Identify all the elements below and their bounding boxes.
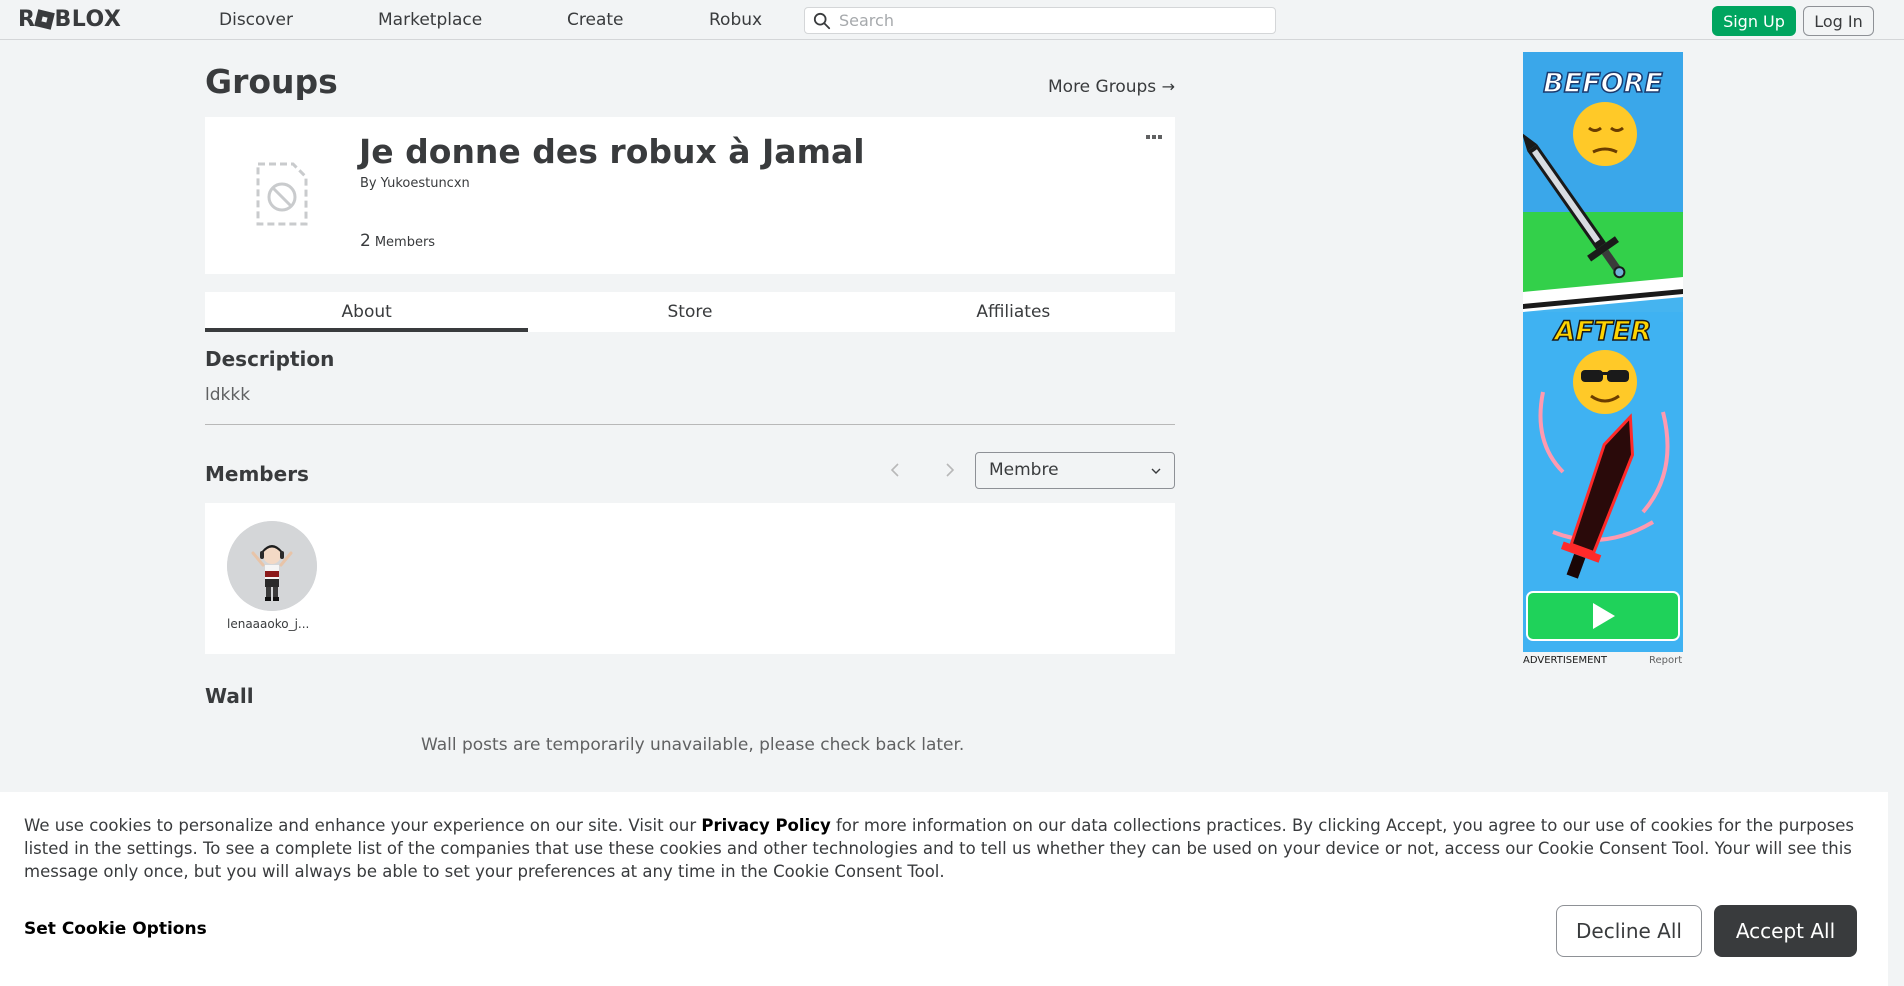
ad-report-link[interactable]: Report — [1649, 655, 1682, 666]
top-navigation-bar: R BLOX Discover Marketplace Create Robux … — [0, 0, 1904, 40]
blocked-image-icon — [256, 162, 308, 226]
page-title: Groups — [205, 62, 338, 101]
ad-after-text: AFTER — [1553, 316, 1652, 347]
logo-text-end: BLOX — [54, 7, 122, 32]
description-heading: Description — [205, 347, 335, 371]
page-scrollbar[interactable] — [1888, 40, 1904, 792]
roblox-logo[interactable]: R BLOX — [18, 7, 121, 33]
cookie-message: We use cookies to personalize and enhanc… — [24, 814, 1864, 883]
log-in-button[interactable]: Log In — [1803, 6, 1874, 36]
tab-about[interactable]: About — [205, 292, 529, 332]
chevron-left-icon[interactable] — [886, 460, 906, 480]
more-groups-label: More Groups — [1048, 77, 1157, 97]
member-count-label: Members — [374, 235, 436, 250]
search-icon — [813, 12, 831, 30]
role-select[interactable]: Membre — [975, 452, 1175, 489]
members-heading: Members — [205, 462, 309, 486]
wall-heading: Wall — [205, 684, 254, 708]
member-username[interactable]: lenaaaoko_j... — [227, 617, 319, 631]
privacy-policy-link[interactable]: Privacy Policy — [701, 816, 830, 835]
set-cookie-options-link[interactable]: Set Cookie Options — [24, 919, 207, 939]
chevron-down-icon — [1151, 468, 1161, 474]
role-select-value: Membre — [989, 460, 1059, 480]
nav-robux[interactable]: Robux — [709, 10, 762, 30]
member-count-value: 2 — [360, 231, 371, 251]
arrow-right-icon: → — [1161, 77, 1175, 96]
owner-link[interactable]: Yukoestuncxn — [381, 176, 470, 191]
nav-create[interactable]: Create — [567, 10, 624, 30]
tab-store[interactable]: Store — [528, 292, 851, 332]
search-box[interactable] — [804, 7, 1276, 34]
owner-prefix: By — [360, 176, 377, 191]
group-tabs: About Store Affiliates — [205, 292, 1175, 332]
description-text: ldkkk — [205, 385, 251, 405]
section-divider — [205, 424, 1175, 425]
group-header-card: Je donne des robux à Jamal By Yukoestuncx… — [205, 117, 1175, 274]
member-count: 2 Members — [360, 231, 435, 251]
ad-before-text: BEFORE — [1543, 68, 1663, 99]
logo-o-block-icon — [34, 9, 56, 30]
group-name: Je donne des robux à Jamal — [359, 132, 865, 171]
search-input[interactable] — [839, 9, 1269, 32]
more-groups-link[interactable]: More Groups → — [1048, 77, 1175, 97]
cookie-text-start: We use cookies to personalize and enhanc… — [24, 816, 702, 835]
sign-up-button[interactable]: Sign Up — [1712, 6, 1796, 36]
members-panel: lenaaaoko_j... — [205, 503, 1175, 654]
more-dots-icon[interactable] — [1145, 133, 1163, 141]
logo-text-start: R — [18, 7, 36, 32]
group-owner: By Yukoestuncxn — [360, 176, 470, 191]
accept-all-button[interactable]: Accept All — [1714, 905, 1857, 957]
avatar-figure — [227, 521, 317, 611]
tab-affiliates[interactable]: Affiliates — [852, 292, 1175, 332]
advertisement-banner[interactable]: BEFORE AFTER — [1523, 52, 1683, 652]
cookie-consent-banner: We use cookies to personalize and enhanc… — [0, 792, 1888, 986]
member-avatar[interactable] — [227, 521, 317, 611]
advertisement-label: ADVERTISEMENT — [1523, 655, 1608, 666]
ad-image: BEFORE AFTER — [1523, 52, 1683, 652]
nav-discover[interactable]: Discover — [219, 10, 293, 30]
wall-unavailable-message: Wall posts are temporarily unavailable, … — [421, 735, 965, 755]
chevron-right-icon[interactable] — [939, 460, 959, 480]
nav-marketplace[interactable]: Marketplace — [378, 10, 482, 30]
decline-all-button[interactable]: Decline All — [1556, 905, 1702, 957]
